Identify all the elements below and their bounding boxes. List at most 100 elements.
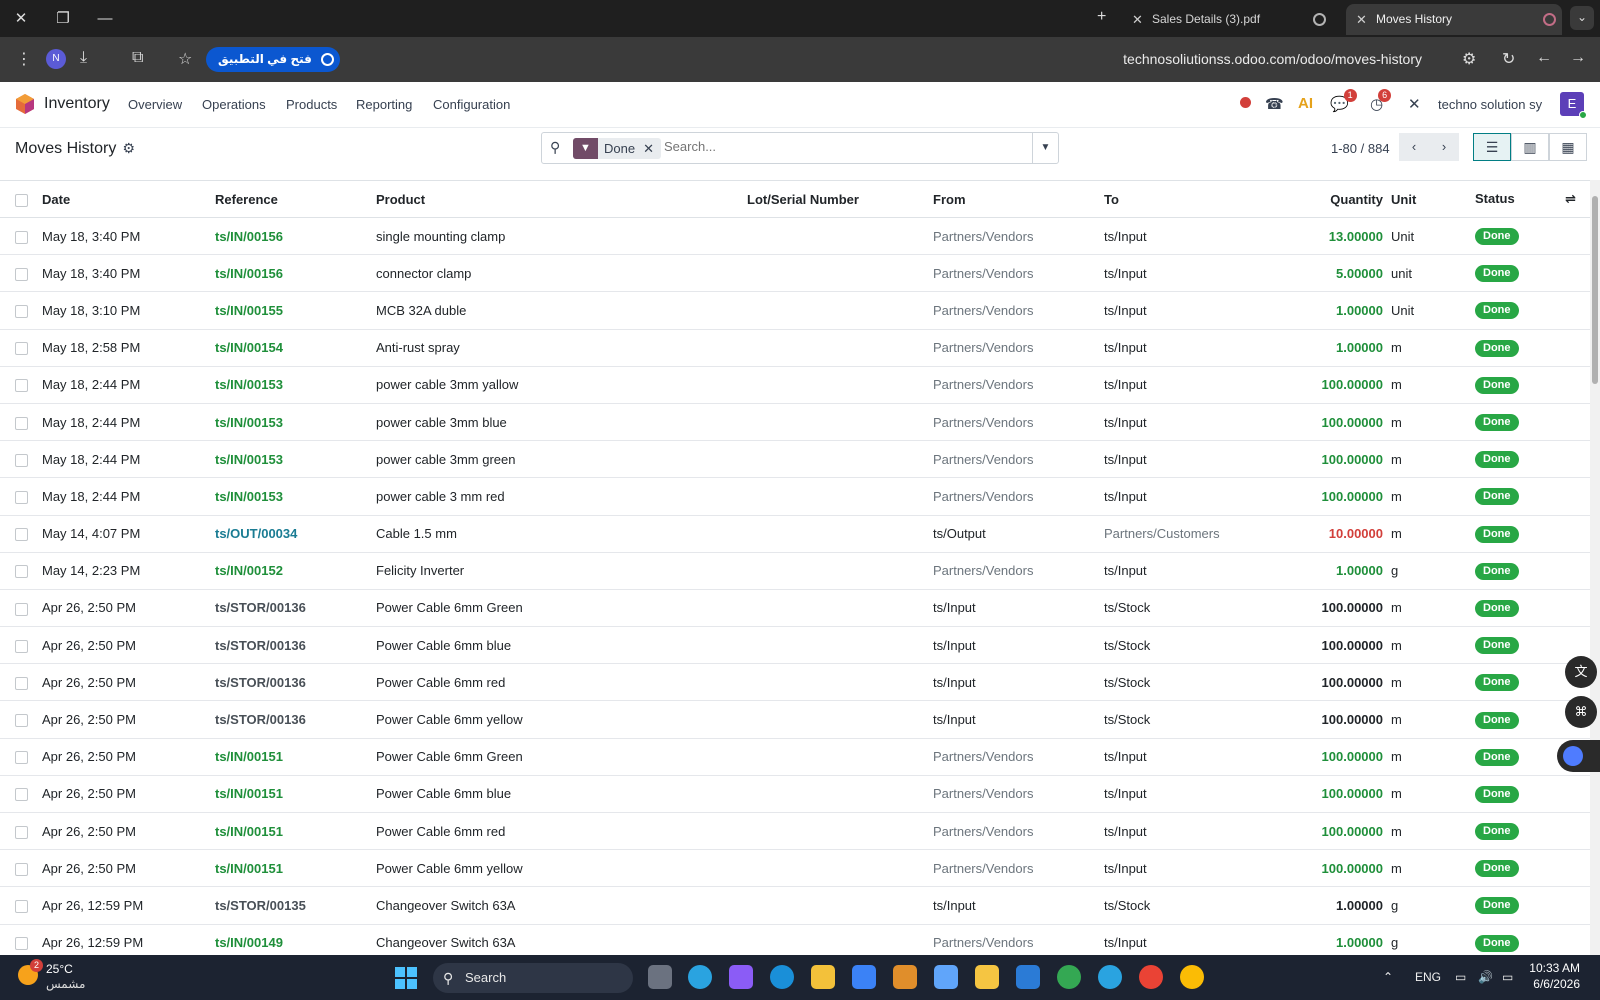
- table-row[interactable]: Apr 26, 2:50 PM ts/STOR/00136 Power Cable …: [0, 627, 1590, 664]
- cell-reference[interactable]: ts/STOR/00136: [215, 589, 376, 626]
- row-checkbox[interactable]: [0, 738, 42, 775]
- chrome-icon[interactable]: [1139, 965, 1163, 989]
- store-icon[interactable]: [811, 965, 835, 989]
- column-product[interactable]: Product: [376, 181, 747, 218]
- company-switcher[interactable]: techno solution sy: [1438, 97, 1542, 112]
- cell-reference[interactable]: ts/STOR/00136: [215, 664, 376, 701]
- app-name[interactable]: Inventory: [44, 95, 110, 113]
- row-checkbox[interactable]: [0, 924, 42, 955]
- close-tab-icon[interactable]: ✕: [1356, 4, 1367, 35]
- url-field[interactable]: technosoliutionss.odoo.com/odoo/moves-hi…: [1123, 51, 1422, 67]
- row-checkbox[interactable]: [0, 887, 42, 924]
- chrome-icon[interactable]: [1180, 965, 1204, 989]
- messages-icon[interactable]: 💬 1: [1330, 89, 1357, 113]
- close-tab-icon[interactable]: ✕: [1132, 4, 1143, 35]
- pivot-view-icon[interactable]: ▦: [1549, 133, 1587, 161]
- tab-sales-details[interactable]: ✕ Sales Details (3).pdf: [1122, 4, 1332, 35]
- row-checkbox[interactable]: [0, 627, 42, 664]
- browser-menu-icon[interactable]: ⋮: [16, 49, 32, 69]
- cell-reference[interactable]: ts/IN/00156: [215, 255, 376, 292]
- forward-arrow-icon[interactable]: →: [1570, 49, 1586, 67]
- cell-reference[interactable]: ts/IN/00156: [215, 218, 376, 255]
- column-from[interactable]: From: [933, 181, 1104, 218]
- extensions-icon[interactable]: ⧉: [132, 49, 143, 67]
- cell-reference[interactable]: ts/IN/00151: [215, 813, 376, 850]
- chrome-icon[interactable]: [1057, 965, 1081, 989]
- search-options-dropdown-icon[interactable]: ▼: [1032, 133, 1058, 163]
- inventory-app-icon[interactable]: [16, 94, 34, 114]
- column-to[interactable]: To: [1104, 181, 1259, 218]
- pager-next-button[interactable]: ›: [1429, 133, 1459, 161]
- battery-icon[interactable]: ▭: [1502, 970, 1513, 984]
- translate-icon[interactable]: 文: [1565, 656, 1597, 688]
- tray-overflow-icon[interactable]: ⌃: [1383, 970, 1393, 984]
- download-icon[interactable]: ⤓: [80, 49, 87, 67]
- menu-configuration[interactable]: Configuration: [433, 97, 510, 112]
- cell-reference[interactable]: ts/IN/00153: [215, 441, 376, 478]
- column-quantity[interactable]: Quantity: [1259, 181, 1391, 218]
- menu-overview[interactable]: Overview: [128, 97, 182, 112]
- site-settings-icon[interactable]: ⚙: [1462, 49, 1476, 69]
- app-icon[interactable]: [893, 965, 917, 989]
- menu-operations[interactable]: Operations: [202, 97, 266, 112]
- table-row[interactable]: Apr 26, 2:50 PM ts/IN/00151 Power Cable 6m…: [0, 775, 1590, 813]
- row-checkbox[interactable]: [0, 701, 42, 738]
- ai-icon[interactable]: AI: [1298, 95, 1313, 112]
- cell-reference[interactable]: ts/OUT/00034: [215, 515, 376, 552]
- app-icon[interactable]: [852, 965, 876, 989]
- cell-reference[interactable]: ts/IN/00151: [215, 850, 376, 887]
- clock[interactable]: 10:33 AM 6/6/2026: [1529, 960, 1580, 992]
- row-checkbox[interactable]: [0, 775, 42, 812]
- taskbar-search[interactable]: ⚲ Search: [433, 963, 633, 993]
- optional-columns-icon[interactable]: ⇌: [1565, 191, 1590, 207]
- menu-products[interactable]: Products: [286, 97, 337, 112]
- search-input[interactable]: [664, 139, 1004, 154]
- row-checkbox[interactable]: [0, 515, 42, 552]
- minimize-window-icon[interactable]: —: [94, 8, 116, 30]
- volume-icon[interactable]: 🔊: [1478, 970, 1493, 984]
- table-row[interactable]: May 18, 3:40 PM ts/IN/00156 single mountin…: [0, 218, 1590, 255]
- table-row[interactable]: Apr 26, 2:50 PM ts/IN/00151 Power Cable 6m…: [0, 738, 1590, 776]
- telegram-icon[interactable]: [1098, 965, 1122, 989]
- bookmark-star-icon[interactable]: ☆: [178, 49, 192, 69]
- row-checkbox[interactable]: [0, 552, 42, 589]
- cell-reference[interactable]: ts/IN/00154: [215, 329, 376, 366]
- row-checkbox[interactable]: [0, 329, 42, 366]
- cell-reference[interactable]: ts/IN/00153: [215, 366, 376, 403]
- pager-value[interactable]: 1-80 / 884: [1331, 141, 1390, 156]
- row-checkbox[interactable]: [0, 255, 42, 292]
- row-checkbox[interactable]: [0, 218, 42, 255]
- table-row[interactable]: Apr 26, 2:50 PM ts/STOR/00136 Power Cable …: [0, 589, 1590, 627]
- row-checkbox[interactable]: [0, 366, 42, 403]
- file-explorer-icon[interactable]: [975, 965, 999, 989]
- new-tab-icon[interactable]: +: [1097, 8, 1106, 26]
- windows-start-icon[interactable]: [395, 967, 417, 989]
- telegram-icon[interactable]: [688, 965, 712, 989]
- voip-phone-icon[interactable]: ☎: [1265, 95, 1284, 113]
- cell-reference[interactable]: ts/IN/00153: [215, 478, 376, 515]
- tab-search-chevron-icon[interactable]: ⌄: [1570, 6, 1594, 30]
- table-row[interactable]: May 18, 2:44 PM ts/IN/00153 power cable 3m…: [0, 366, 1590, 404]
- column-status[interactable]: Status ⇌: [1475, 181, 1590, 218]
- kanban-view-icon[interactable]: ▥: [1511, 133, 1549, 161]
- activities-clock-icon[interactable]: ◷ 6: [1370, 89, 1392, 113]
- row-checkbox[interactable]: [0, 292, 42, 329]
- table-row[interactable]: May 14, 4:07 PM ts/OUT/00034 Cable 1.5 mm t…: [0, 515, 1590, 553]
- cell-reference[interactable]: ts/STOR/00135: [215, 887, 376, 924]
- open-in-app-button[interactable]: فتح في التطبيق: [206, 47, 340, 72]
- cell-reference[interactable]: ts/IN/00151: [215, 738, 376, 775]
- gear-icon[interactable]: ⚙: [122, 140, 135, 156]
- cell-reference[interactable]: ts/IN/00153: [215, 403, 376, 440]
- apps-grid-icon[interactable]: ⌘: [1565, 696, 1597, 728]
- table-row[interactable]: May 18, 2:44 PM ts/IN/00153 power cable 3m…: [0, 441, 1590, 478]
- row-checkbox[interactable]: [0, 403, 42, 440]
- menu-reporting[interactable]: Reporting: [356, 97, 412, 112]
- row-checkbox[interactable]: [0, 850, 42, 887]
- cell-reference[interactable]: ts/IN/00151: [215, 775, 376, 812]
- recording-dot-icon[interactable]: [1240, 97, 1251, 108]
- cell-reference[interactable]: ts/IN/00149: [215, 924, 376, 955]
- cell-reference[interactable]: ts/STOR/00136: [215, 701, 376, 738]
- row-checkbox[interactable]: [0, 813, 42, 850]
- debug-tools-icon[interactable]: ✕: [1408, 95, 1421, 113]
- search-icon[interactable]: ⚲: [550, 139, 560, 156]
